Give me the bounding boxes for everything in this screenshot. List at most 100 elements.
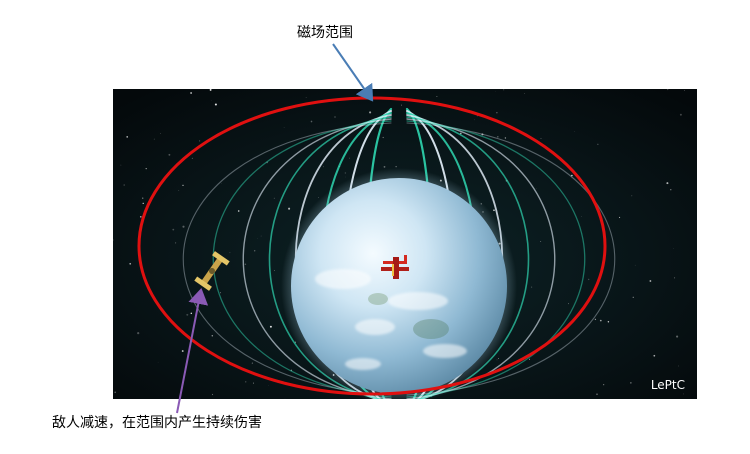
- star: [178, 190, 180, 191]
- star: [190, 312, 193, 315]
- star: [588, 278, 590, 281]
- star: [129, 262, 132, 265]
- star: [597, 143, 599, 145]
- star: [211, 335, 214, 337]
- star: [209, 88, 212, 91]
- star: [369, 111, 372, 114]
- star: [670, 189, 672, 191]
- star: [334, 116, 336, 118]
- star: [603, 384, 605, 386]
- star: [172, 228, 175, 231]
- star: [251, 362, 254, 364]
- star: [185, 333, 188, 336]
- star: [496, 359, 498, 361]
- star: [599, 319, 602, 322]
- enemy-slow-damage-label: 敌人减速，在范围内产生持续伤害: [52, 415, 262, 431]
- watermark: LePtC: [651, 378, 685, 392]
- star: [496, 112, 498, 114]
- star: [214, 103, 217, 106]
- star: [634, 264, 636, 266]
- star: [581, 216, 582, 217]
- star: [528, 358, 531, 360]
- star: [157, 361, 159, 363]
- star: [283, 126, 285, 128]
- star: [211, 100, 212, 101]
- star: [653, 354, 656, 357]
- star: [175, 242, 177, 244]
- star: [344, 172, 347, 174]
- star: [123, 184, 125, 186]
- star: [395, 166, 397, 168]
- star: [503, 89, 505, 91]
- star: [540, 138, 542, 140]
- star: [322, 166, 324, 168]
- star: [607, 321, 610, 323]
- star: [257, 238, 259, 239]
- magnetic-field-scene: LePtC: [112, 88, 697, 411]
- star: [244, 263, 247, 266]
- star: [191, 157, 194, 160]
- star: [677, 365, 679, 367]
- star: [496, 135, 499, 138]
- star: [531, 286, 533, 288]
- star: [674, 277, 676, 279]
- planet-icon: [281, 168, 517, 404]
- star: [632, 296, 634, 298]
- star: [594, 318, 597, 321]
- star: [181, 350, 184, 352]
- star: [186, 313, 189, 316]
- star: [436, 96, 438, 97]
- star: [120, 164, 122, 166]
- star: [596, 393, 598, 396]
- star: [149, 198, 151, 200]
- star: [168, 153, 171, 156]
- star: [631, 195, 633, 197]
- star: [253, 250, 256, 252]
- star: [540, 241, 542, 243]
- star: [190, 92, 192, 94]
- star: [219, 292, 221, 294]
- star: [619, 216, 621, 218]
- star: [260, 235, 262, 237]
- star: [382, 136, 384, 139]
- star: [182, 225, 185, 228]
- star: [666, 182, 669, 185]
- star: [649, 280, 652, 282]
- star: [153, 138, 155, 140]
- magnetic-field-range-label: 磁场范围: [297, 25, 353, 41]
- star: [142, 202, 144, 205]
- star: [274, 270, 275, 271]
- magnetic-field-image: LePtC: [112, 88, 697, 411]
- star: [524, 93, 525, 94]
- star: [114, 391, 116, 394]
- star: [676, 335, 679, 338]
- star: [476, 115, 478, 117]
- star: [182, 184, 184, 186]
- star: [684, 90, 685, 91]
- star: [574, 131, 576, 132]
- star: [237, 210, 240, 212]
- star: [199, 140, 201, 142]
- star: [269, 325, 272, 328]
- star: [401, 104, 402, 106]
- star: [630, 382, 632, 384]
- star: [498, 358, 500, 360]
- star: [493, 209, 495, 212]
- star: [126, 136, 129, 138]
- star: [145, 167, 147, 170]
- star: [504, 137, 507, 139]
- star: [305, 97, 307, 98]
- star: [679, 113, 682, 116]
- star: [245, 381, 247, 383]
- star: [160, 133, 162, 134]
- star: [568, 303, 569, 305]
- star: [273, 197, 275, 199]
- star: [229, 252, 231, 254]
- star: [137, 332, 140, 335]
- star: [667, 89, 669, 91]
- star: [683, 393, 685, 395]
- star: [252, 382, 254, 384]
- star: [348, 157, 351, 159]
- star: [288, 207, 291, 210]
- star: [474, 119, 476, 121]
